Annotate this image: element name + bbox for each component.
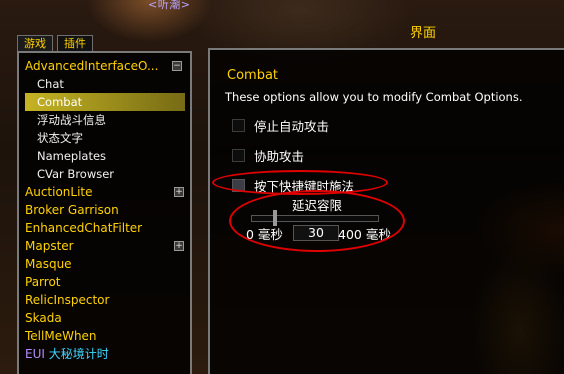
sidebar-item-auctionlite[interactable]: AuctionLite + [25,183,190,201]
sidebar-item-cvar-browser[interactable]: CVar Browser [25,165,190,183]
sidebar-item-label-prefix: EUI [25,347,45,361]
sidebar-item-nameplates[interactable]: Nameplates [25,147,190,165]
section-description: These options allow you to modify Combat… [225,90,523,104]
addon-list: AdvancedInterfaceO... − Chat Combat 浮动战斗… [17,51,192,374]
sidebar-item-mapster[interactable]: Mapster + [25,237,190,255]
option-assist-attack[interactable]: 协助攻击 [232,146,304,164]
sidebar-item-eui-mythic-timer[interactable]: EUI 大秘境计时 [25,345,190,363]
sidebar-item-tellmewhen[interactable]: TellMeWhen [25,327,190,345]
sidebar-item-advancedinterface[interactable]: AdvancedInterfaceO... − [25,57,190,75]
sidebar-item-relicinspector[interactable]: RelicInspector [25,291,190,309]
expand-icon[interactable]: + [174,241,184,251]
sidebar-item-enhancedchatfilter[interactable]: EnhancedChatFilter [25,219,190,237]
category-tabs: 游戏 插件 [17,35,93,51]
sidebar-item-label-suffix: 大秘境计时 [48,347,109,361]
option-stop-auto-attack[interactable]: 停止自动攻击 [232,116,329,134]
collapse-icon[interactable]: − [172,61,182,71]
section-title: Combat [227,68,279,83]
checkbox[interactable] [232,118,245,132]
tab-game[interactable]: 游戏 [17,35,53,51]
checkbox[interactable] [232,148,245,162]
sidebar-item-label: Mapster [25,239,74,253]
sidebar-item-floating-combat-text[interactable]: 浮动战斗信息 [25,111,190,129]
sidebar-item-skada[interactable]: Skada [25,309,190,327]
sidebar-item-chat[interactable]: Chat [25,75,190,93]
sidebar-item-combat[interactable]: Combat [25,93,185,111]
tab-addons[interactable]: 插件 [57,35,93,51]
expand-icon[interactable]: + [174,187,184,197]
option-label: 停止自动攻击 [254,118,330,134]
option-label: 协助攻击 [254,148,305,164]
guild-tag: <听潮> [148,0,191,11]
sidebar-item-status-text[interactable]: 状态文字 [25,129,190,147]
sidebar-item-label: AdvancedInterfaceO... [25,59,159,73]
sidebar-item-parrot[interactable]: Parrot [25,273,190,291]
annotation-ellipse-slider [229,190,405,252]
sidebar-item-masque[interactable]: Masque [25,255,190,273]
sidebar-item-label: AuctionLite [25,185,93,199]
sidebar-item-broker-garrison[interactable]: Broker Garrison [25,201,190,219]
window-title: 界面 [410,26,437,41]
